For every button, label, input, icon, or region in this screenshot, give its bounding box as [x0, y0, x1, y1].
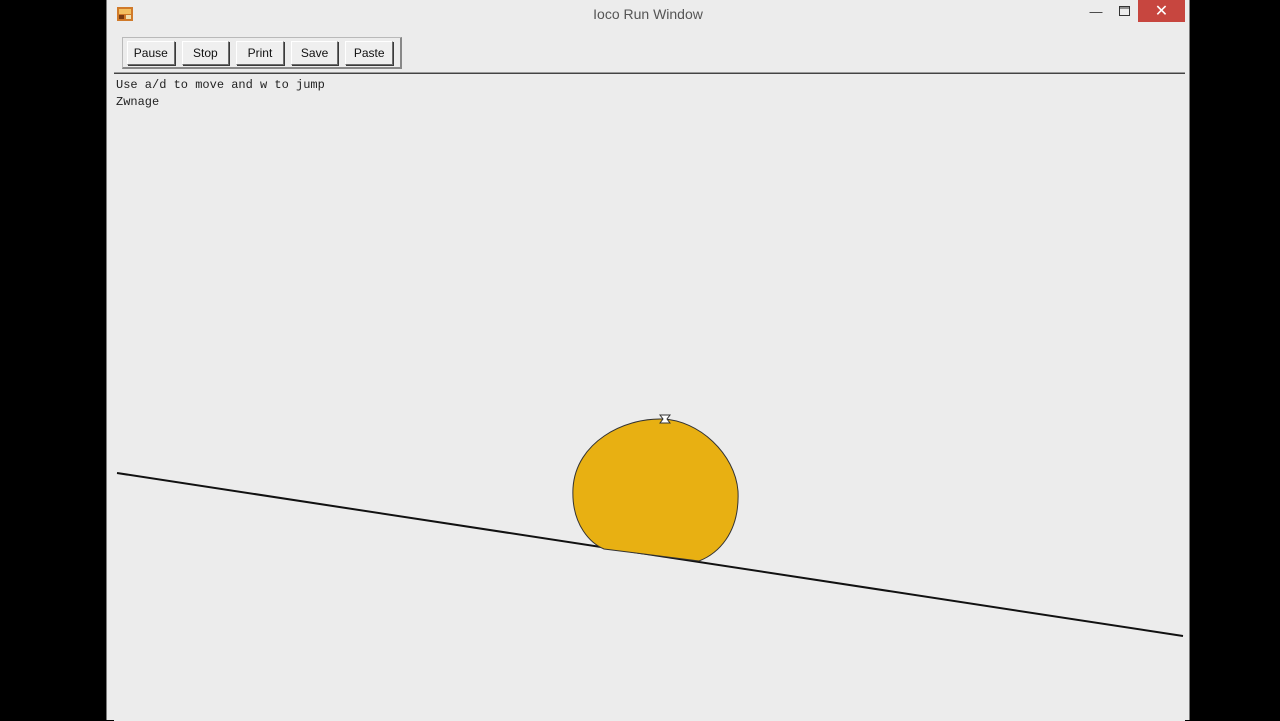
- print-button[interactable]: Print: [236, 40, 284, 65]
- maximize-icon: [1118, 4, 1130, 19]
- player-ball: [572, 418, 739, 562]
- pause-button[interactable]: Pause: [127, 40, 175, 65]
- save-button[interactable]: Save: [290, 40, 339, 65]
- title-bar[interactable]: Ioco Run Window — ✕: [107, 0, 1189, 30]
- window-title: Ioco Run Window: [593, 6, 703, 22]
- toolbar-button-group: Pause Stop Print Save Paste: [122, 37, 402, 69]
- maximize-button[interactable]: [1111, 0, 1137, 22]
- toolbar: Pause Stop Print Save Paste: [114, 32, 1185, 73]
- close-icon: ✕: [1154, 3, 1169, 20]
- stop-button[interactable]: Stop: [181, 40, 230, 65]
- paste-button[interactable]: Paste: [345, 40, 393, 65]
- minimize-icon: —: [1089, 3, 1103, 19]
- minimize-button[interactable]: —: [1083, 0, 1109, 22]
- close-button[interactable]: ✕: [1138, 0, 1185, 22]
- run-window: Ioco Run Window — ✕ Pause Stop Print Sav…: [106, 0, 1190, 721]
- scene-svg: [116, 414, 1184, 637]
- game-canvas[interactable]: Use a/d to move and w to jump Zwnage: [114, 73, 1185, 721]
